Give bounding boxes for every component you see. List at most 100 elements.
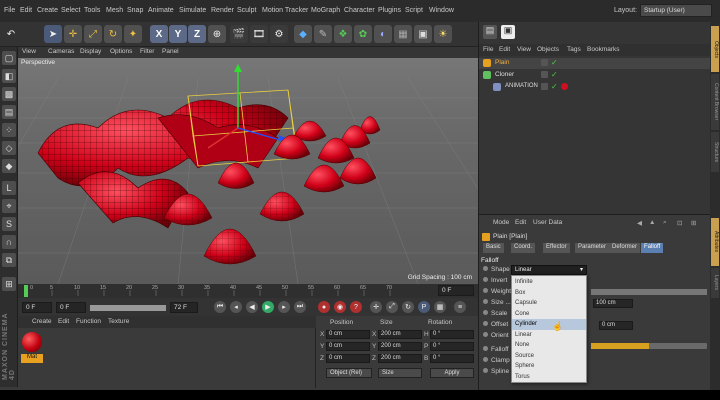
attr-mode-menu[interactable]: Mode: [493, 219, 509, 226]
shape-option-linear[interactable]: Linear: [512, 330, 586, 341]
tab-falloff[interactable]: Falloff: [641, 243, 664, 253]
offset-value[interactable]: 0 cm: [599, 321, 633, 330]
camera-icon[interactable]: ▣: [414, 25, 432, 43]
object-mode-icon[interactable]: ▤: [483, 25, 497, 39]
layout-select[interactable]: Startup (User): [640, 4, 712, 17]
apply-button[interactable]: Apply: [430, 368, 474, 378]
cube-icon[interactable]: ◆: [294, 25, 312, 43]
viewport-panel-menu[interactable]: Panel: [162, 48, 179, 55]
pos-y-field[interactable]: 0 cm: [326, 342, 370, 351]
timeline-menu-icon[interactable]: ≡: [454, 301, 466, 313]
keyframe-selection-icon[interactable]: ?: [350, 301, 362, 313]
weight-slider[interactable]: [591, 289, 707, 295]
menu-edit[interactable]: Edit: [20, 7, 32, 14]
subdivision-icon[interactable]: ❖: [334, 25, 352, 43]
tab-parameter[interactable]: Parameter: [575, 243, 610, 253]
render-settings-icon[interactable]: ⚙: [270, 25, 288, 43]
lock-icon[interactable]: ⊡: [677, 219, 682, 227]
axis-mode-icon[interactable]: L: [2, 181, 16, 195]
max-frame-field[interactable]: 72 F: [170, 302, 198, 313]
object-name-cloner[interactable]: Cloner: [495, 71, 514, 78]
preview-range-slider[interactable]: [90, 305, 166, 311]
autokey-icon[interactable]: ◉: [334, 301, 346, 313]
menu-sculpt[interactable]: Sculpt: [237, 7, 256, 14]
menu-simulate[interactable]: Simulate: [179, 7, 206, 14]
side-tab-content-browser[interactable]: Content Browser: [711, 74, 719, 130]
snap-icon[interactable]: S: [2, 217, 16, 231]
size-mode-select[interactable]: Size: [378, 368, 422, 378]
play-icon[interactable]: ▶: [262, 301, 274, 313]
menu-mesh[interactable]: Mesh: [106, 7, 123, 14]
side-tab-structure[interactable]: Structure: [711, 132, 719, 172]
menu-tools[interactable]: Tools: [84, 7, 100, 14]
tab-deformer[interactable]: Deformer: [609, 243, 641, 253]
key-pla-icon[interactable]: ▦: [434, 301, 446, 313]
object-row-cloner[interactable]: Cloner ✓: [479, 70, 711, 81]
menu-motion-tracker[interactable]: Motion Tracker: [262, 7, 308, 14]
objects-bookmarks-menu[interactable]: Bookmarks: [587, 46, 620, 53]
menu-mograph[interactable]: MoGraph: [311, 7, 340, 14]
side-tab-layers[interactable]: Layers: [711, 268, 719, 298]
plain-visibility-dots[interactable]: [541, 59, 548, 66]
viewport-view-menu[interactable]: View: [22, 48, 36, 55]
prev-key-icon[interactable]: ◂: [230, 301, 242, 313]
menu-character[interactable]: Character: [344, 7, 375, 14]
workplane-icon[interactable]: ▤: [2, 105, 16, 119]
side-tab-objects[interactable]: Objects: [711, 26, 719, 72]
attr-edit-menu[interactable]: Edit: [515, 219, 526, 226]
locked-workplane-icon[interactable]: ⧉: [2, 253, 16, 267]
attr-user-data-menu[interactable]: User Data: [533, 219, 562, 226]
menu-animate[interactable]: Animate: [148, 7, 174, 14]
up-arrow-icon[interactable]: ▲: [649, 219, 655, 226]
record-icon[interactable]: ●: [318, 301, 330, 313]
shape-option-cone[interactable]: Cone: [512, 309, 586, 320]
tab-coord[interactable]: Coord.: [511, 243, 536, 253]
material-create-menu[interactable]: Create: [32, 318, 52, 325]
shape-option-source[interactable]: Source: [512, 351, 586, 362]
animation-enabled-check[interactable]: ✓: [551, 82, 558, 91]
shape-select[interactable]: Linear ▾: [511, 265, 587, 275]
key-rotation-icon[interactable]: ↻: [402, 301, 414, 313]
plain-enabled-check[interactable]: ✓: [551, 58, 558, 67]
undo-icon[interactable]: ↶: [2, 25, 20, 43]
menu-create[interactable]: Create: [37, 7, 58, 14]
menu-window[interactable]: Window: [429, 7, 454, 14]
viewport-display-menu[interactable]: Display: [80, 48, 101, 55]
size-x-field[interactable]: 200 cm: [378, 330, 422, 339]
size-z-field[interactable]: 200 cm: [378, 354, 422, 363]
falloff-slider[interactable]: [591, 343, 707, 349]
viewport-options-menu[interactable]: Options: [110, 48, 132, 55]
next-frame-icon[interactable]: ▸: [278, 301, 290, 313]
shape-option-cylinder[interactable]: Cylinder: [512, 319, 586, 330]
menu-render[interactable]: Render: [211, 7, 234, 14]
cloner-visibility-dots[interactable]: [541, 71, 548, 78]
menu-script[interactable]: Script: [405, 7, 423, 14]
array-icon[interactable]: ✿: [354, 25, 372, 43]
objects-objects-menu[interactable]: Objects: [537, 46, 559, 53]
make-editable-icon[interactable]: ▢: [2, 51, 16, 65]
rot-p-field[interactable]: 0 °: [430, 342, 474, 351]
magnet-icon[interactable]: ∩: [2, 235, 16, 249]
edges-mode-icon[interactable]: ◇: [2, 141, 16, 155]
light-icon[interactable]: ☀: [434, 25, 452, 43]
shape-option-box[interactable]: Box: [512, 288, 586, 299]
timeline-ruler[interactable]: 0 5 10 15 20 25 30 35 40 45 50 55 60 65 …: [18, 284, 478, 298]
object-row-plain[interactable]: Plain ✓: [479, 58, 711, 69]
viewport-cameras-menu[interactable]: Cameras: [48, 48, 74, 55]
z-axis-icon[interactable]: Z: [188, 25, 206, 43]
shape-option-torus[interactable]: Torus: [512, 372, 586, 383]
select-icon[interactable]: ➤: [44, 25, 62, 43]
pos-z-field[interactable]: 0 cm: [326, 354, 370, 363]
rot-b-field[interactable]: 0 °: [430, 354, 474, 363]
render-view-icon[interactable]: 🎬: [230, 25, 248, 43]
texture-mode-icon[interactable]: ▩: [2, 87, 16, 101]
goto-start-icon[interactable]: ⏮: [214, 301, 226, 313]
key-scale-icon[interactable]: ⤢: [386, 301, 398, 313]
objects-view-menu[interactable]: View: [517, 46, 531, 53]
recent-icon[interactable]: ✦: [124, 25, 142, 43]
coordinate-mode-select[interactable]: Object (Rel): [326, 368, 372, 378]
shape-option-infinite[interactable]: Infinite: [512, 277, 586, 288]
deformer-icon[interactable]: ◐: [374, 25, 392, 43]
polygons-mode-icon[interactable]: ◆: [2, 159, 16, 173]
search-icon[interactable]: ⌕: [663, 219, 667, 227]
